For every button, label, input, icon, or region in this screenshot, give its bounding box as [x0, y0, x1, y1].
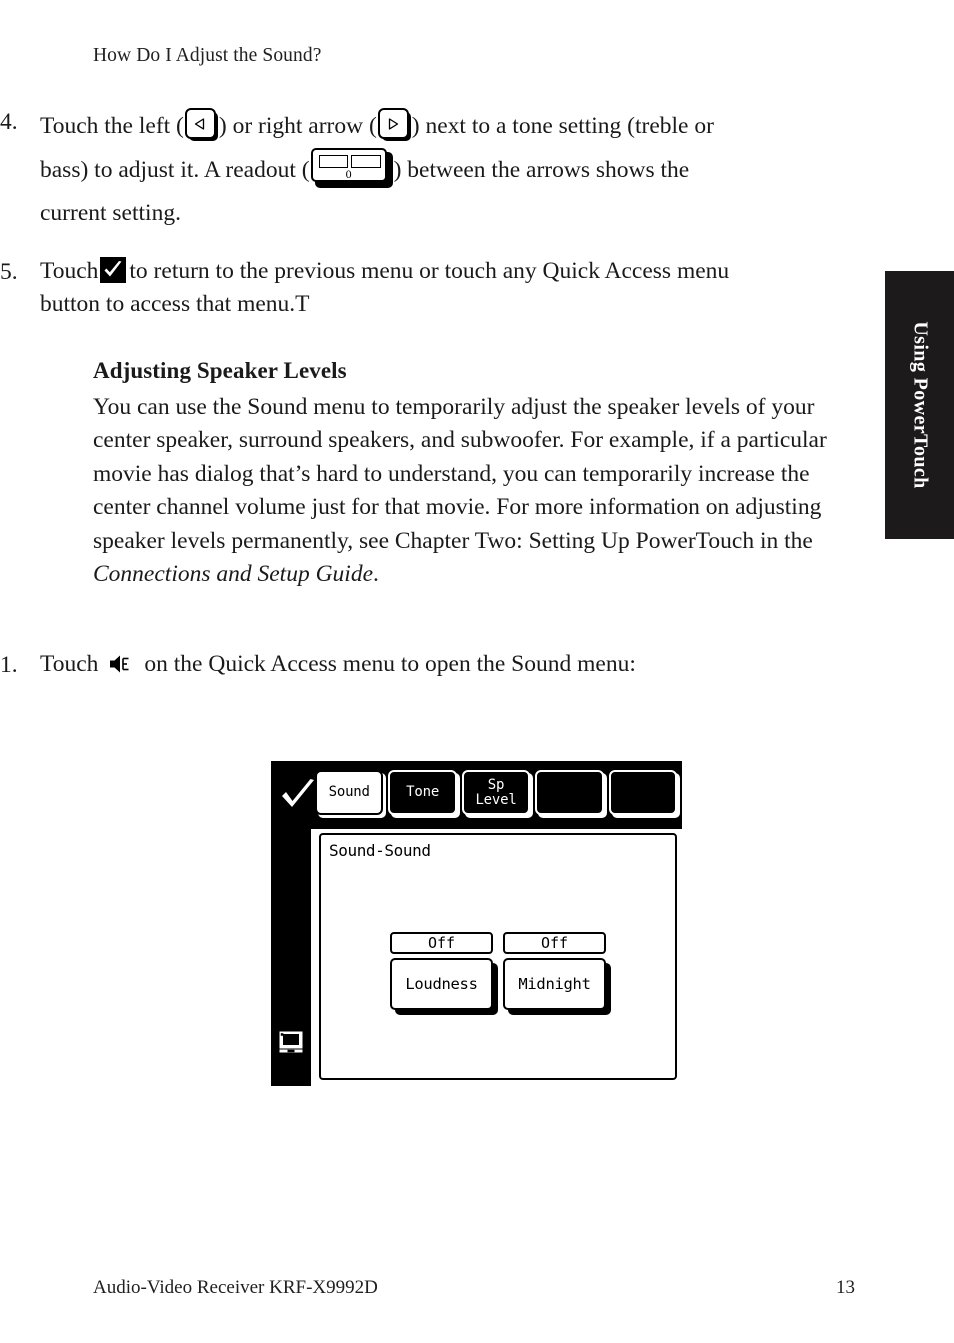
list-item-step-4: 4. Touch the left () or right arrow () n…	[0, 105, 760, 235]
paragraph-italic-title: Connections and Setup Guide	[93, 561, 374, 588]
footer-page-number: 13	[836, 1277, 855, 1298]
loudness-button[interactable]: Loudness	[390, 958, 498, 1015]
device-tab-empty-1[interactable]	[535, 770, 607, 818]
midnight-control-group: Off Midnight	[503, 932, 611, 1015]
right-arrow-button-icon	[377, 108, 411, 141]
step-4-text-b: ) or right arrow (	[218, 113, 377, 139]
readout-value: 0	[345, 167, 352, 181]
device-tab-label	[535, 770, 604, 815]
step-1-text-a: Touch	[40, 651, 99, 677]
device-tab-label	[608, 770, 678, 815]
left-triangle-glyph	[195, 117, 205, 130]
device-control-row: Off Loudness Off Midnight	[390, 932, 611, 1015]
loudness-value: Off	[390, 932, 493, 954]
step-4-body: Touch the left () or right arrow () next…	[40, 105, 760, 235]
loudness-control-group: Off Loudness	[390, 932, 498, 1015]
monitor-icon[interactable]	[279, 1031, 303, 1053]
checkmark-glyph	[104, 261, 122, 277]
left-arrow-button-icon	[184, 108, 218, 141]
step-5-number: 5.	[0, 259, 18, 285]
device-lcd-panel: Sound-Sound Off Loudness Off Midnight	[319, 833, 677, 1080]
footer-product-name: Audio-Video Receiver KRF-X9992D	[93, 1277, 378, 1298]
device-tab-row: Sound Tone Sp Level	[315, 770, 681, 822]
device-tab-label: Sp Level	[461, 770, 531, 815]
left-arrow-button-face	[184, 108, 216, 139]
step-5-text-b: to return to the previous menu or touch …	[40, 258, 730, 317]
device-tab-tone[interactable]: Tone	[388, 770, 460, 818]
paragraph-text-b: .	[373, 561, 379, 588]
device-tab-sp-level[interactable]: Sp Level	[461, 770, 534, 818]
device-checkmark-icon[interactable]	[279, 777, 317, 813]
step-4-number: 4.	[0, 109, 18, 135]
device-panel-title: Sound-Sound	[329, 841, 431, 860]
step-1-number: 1.	[0, 652, 18, 678]
device-tab-label: Sound	[315, 770, 384, 815]
right-triangle-glyph	[389, 117, 399, 130]
step-5-text-a: Touch	[40, 258, 99, 284]
powertouch-screen-figure: Sound Tone Sp Level Sound-Sound Off Loud…	[271, 761, 682, 1086]
device-tab-empty-2[interactable]	[608, 770, 681, 818]
midnight-button-label: Midnight	[503, 958, 606, 1010]
midnight-button[interactable]: Midnight	[503, 958, 611, 1015]
step-1-text-b: on the Quick Access menu to open the Sou…	[144, 651, 636, 677]
list-item-step-5: 5. Touch to return to the previous menu o…	[0, 255, 768, 321]
checkmark-button-icon	[100, 257, 127, 283]
loudness-button-label: Loudness	[390, 958, 493, 1010]
midnight-value: Off	[503, 932, 606, 954]
readout-display-icon: 0	[310, 148, 393, 188]
chapter-thumb-tab: Using PowerTouch	[885, 271, 954, 539]
device-tab-label: Tone	[388, 770, 457, 815]
step-1-body: Touch on the Quick Access menu to open th…	[40, 648, 760, 681]
section-paragraph: You can use the Sound menu to temporaril…	[93, 391, 858, 591]
speaker-glyph	[110, 655, 129, 673]
document-page: How Do I Adjust the Sound? Using PowerTo…	[0, 0, 954, 1343]
list-item-step-1: 1. Touch on the Quick Access menu to open…	[0, 648, 760, 683]
readout-face: 0	[310, 148, 387, 182]
paragraph-text-a: You can use the Sound menu to temporaril…	[93, 394, 827, 554]
step-4-text-a: Touch the left (	[40, 113, 184, 139]
chapter-thumb-tab-label: Using PowerTouch	[909, 321, 931, 489]
step-5-body: Touch to return to the previous menu or t…	[40, 255, 768, 321]
device-tab-sound[interactable]: Sound	[315, 770, 387, 818]
speaker-icon	[108, 653, 134, 675]
section-heading: Adjusting Speaker Levels	[93, 358, 347, 383]
right-arrow-button-face	[377, 108, 409, 139]
running-head: How Do I Adjust the Sound?	[93, 45, 322, 66]
